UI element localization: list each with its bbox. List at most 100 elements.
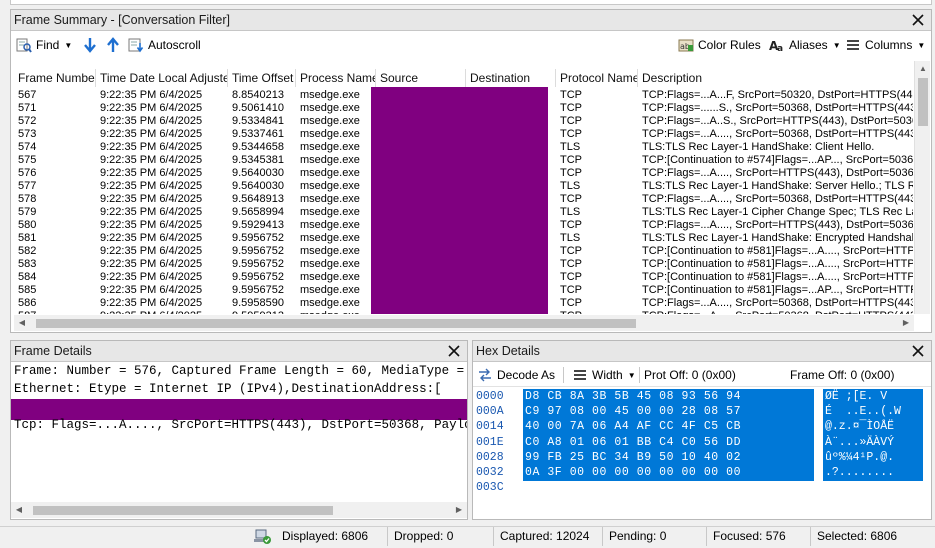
cell-protocol-name: TCP xyxy=(560,284,582,296)
hex-offset: 001E xyxy=(476,435,504,449)
status-displayed: Displayed: 6806 xyxy=(282,529,369,543)
column-header-destination[interactable]: Destination xyxy=(466,69,556,87)
hex-dump[interactable]: 0000 D8 CB 8A 3B 5B 45 08 93 56 94 ØË ;[E.… xyxy=(473,388,931,519)
cell-time-offset: 8.8540213 xyxy=(232,89,284,101)
hex-bytes[interactable]: D8 CB 8A 3B 5B 45 08 93 56 94 xyxy=(525,389,741,404)
status-captured: Captured: 12024 xyxy=(493,527,589,546)
cell-description: TLS:TLS Rec Layer-1 Cipher Change Spec; … xyxy=(642,206,913,218)
cell-time-date: 9:22:35 PM 6/4/2025 xyxy=(100,206,203,218)
hex-ascii[interactable]: À¨...»ÄÀVÝ xyxy=(825,435,894,450)
frame-details-ethernet-line[interactable]: Ethernet: Etype = Internet IP (IPv4),Des… xyxy=(14,381,442,398)
cell-description: TCP:Flags=...A..S., SrcPort=HTTPS(443), … xyxy=(642,115,913,127)
details-scroll-thumb[interactable] xyxy=(33,506,333,515)
details-scroll-right-icon[interactable]: ▶ xyxy=(451,502,467,518)
frame-list-header: Frame Number Time Date Local Adjusted Ti… xyxy=(14,69,913,87)
cell-frame-number: 573 xyxy=(18,128,37,140)
column-header-description[interactable]: Description xyxy=(638,69,913,87)
frame-summary-close-icon[interactable] xyxy=(910,12,926,28)
cell-description: TCP:[Continuation to #574]Flags=...AP...… xyxy=(642,154,913,166)
columns-label: Columns xyxy=(865,38,913,52)
find-button[interactable]: Find ▼ xyxy=(16,35,72,55)
cell-frame-number: 567 xyxy=(18,89,37,101)
cell-description: TCP:Flags=......S., SrcPort=50368, DstPo… xyxy=(642,102,913,114)
cell-time-offset: 9.5337461 xyxy=(232,128,284,140)
column-header-frame-number[interactable]: Frame Number xyxy=(14,69,96,87)
details-scroll-left-icon[interactable]: ◀ xyxy=(11,502,27,518)
cell-protocol-name: TCP xyxy=(560,271,582,283)
column-header-time-date[interactable]: Time Date Local Adjusted xyxy=(96,69,228,87)
cell-protocol-name: TCP xyxy=(560,245,582,257)
cell-frame-number: 578 xyxy=(18,193,37,205)
frame-list-grid[interactable]: Frame Number Time Date Local Adjusted Ti… xyxy=(14,61,913,314)
decode-as-button[interactable]: Decode As xyxy=(477,365,555,385)
hex-offset: 003C xyxy=(476,481,504,495)
color-rules-button[interactable]: ab Color Rules xyxy=(678,35,761,55)
status-dropped: Dropped: 0 xyxy=(387,527,453,546)
cell-time-offset: 9.5956752 xyxy=(232,284,284,296)
cell-process-name: msedge.exe xyxy=(300,115,360,127)
hex-ascii[interactable]: .?........ xyxy=(825,465,894,480)
autoscroll-button[interactable]: Autoscroll xyxy=(128,35,201,55)
cell-frame-number: 572 xyxy=(18,115,37,127)
cell-description: TCP:[Continuation to #581]Flags=...A....… xyxy=(642,271,913,283)
column-header-source[interactable]: Source xyxy=(376,69,466,87)
cell-time-offset: 9.5334841 xyxy=(232,115,284,127)
frame-details-close-icon[interactable] xyxy=(446,343,462,359)
frame-details-frame-line[interactable]: Frame: Number = 576, Captured Frame Leng… xyxy=(14,363,467,380)
columns-button[interactable]: Columns ▼ xyxy=(845,35,925,55)
column-header-protocol-name[interactable]: Protocol Name xyxy=(556,69,638,87)
columns-dropdown-icon: ▼ xyxy=(917,40,926,50)
svg-text:a: a xyxy=(777,44,783,53)
hex-details-close-icon[interactable] xyxy=(910,343,926,359)
frame-details-title: Frame Details xyxy=(11,341,467,362)
column-header-time-offset[interactable]: Time Offset xyxy=(228,69,296,87)
cell-protocol-name: TLS xyxy=(560,232,581,244)
cell-time-date: 9:22:35 PM 6/4/2025 xyxy=(100,245,203,257)
cell-time-date: 9:22:35 PM 6/4/2025 xyxy=(100,271,203,283)
cell-frame-number: 585 xyxy=(18,284,37,296)
hex-ascii[interactable]: É ..E..(.W xyxy=(825,404,901,419)
previous-frame-button[interactable] xyxy=(105,35,125,55)
cell-process-name: msedge.exe xyxy=(296,310,376,314)
hex-bytes[interactable]: C0 A8 01 06 01 BB C4 C0 56 DD xyxy=(525,435,741,450)
autoscroll-icon xyxy=(128,37,144,53)
cell-description: TLS:TLS Rec Layer-1 HandShake: Client He… xyxy=(642,141,875,153)
next-frame-button[interactable] xyxy=(82,35,102,55)
frame-summary-title: Frame Summary - [Conversation Filter] xyxy=(11,10,931,31)
horizontal-scroll-thumb[interactable] xyxy=(36,319,636,328)
cell-time-offset: 9.5929413 xyxy=(232,219,284,231)
aliases-label: Aliases xyxy=(789,38,828,52)
hex-bytes[interactable]: 40 00 7A 06 A4 AF CC 4F C5 CB xyxy=(525,419,741,434)
scroll-left-icon[interactable]: ◀ xyxy=(14,315,30,331)
column-header-process-name[interactable]: Process Name xyxy=(296,69,376,87)
hex-bytes[interactable]: C9 97 08 00 45 00 00 28 08 57 xyxy=(525,404,741,419)
hex-ascii[interactable]: @.z.¤¯ÌOÅË xyxy=(825,419,894,434)
cell-description: TCP:Flags=...A...., SrcPort=50368, DstPo… xyxy=(638,310,913,314)
frame-list-horizontal-scrollbar[interactable]: ◀ ▶ xyxy=(14,315,914,331)
width-button[interactable]: Width ▼ xyxy=(572,365,636,385)
status-network-icon xyxy=(252,528,272,545)
arrow-up-icon xyxy=(105,37,121,53)
frame-details-tree[interactable]: Frame: Number = 576, Captured Frame Leng… xyxy=(11,363,467,502)
frame-details-tcp-line[interactable]: Tcp: Flags=...A...., SrcPort=HTTPS(443),… xyxy=(14,417,467,434)
cell-description: TCP:Flags=...A...F, SrcPort=50320, DstPo… xyxy=(642,89,913,101)
cell-protocol-name: TLS xyxy=(560,206,581,218)
frame-list-vertical-scrollbar[interactable]: ▲ xyxy=(914,61,930,314)
cell-protocol-name: TCP xyxy=(560,115,582,127)
cell-description: TCP:[Continuation to #581]Flags=...A....… xyxy=(642,245,913,257)
hex-bytes[interactable]: 99 FB 25 BC 34 B9 50 10 40 02 xyxy=(525,450,741,465)
frame-details-horizontal-scrollbar[interactable]: ◀ ▶ xyxy=(11,502,467,518)
scroll-thumb[interactable] xyxy=(918,78,928,126)
hex-ascii[interactable]: ØË ;[E. V xyxy=(825,389,887,404)
cell-frame-number: 576 xyxy=(18,167,37,179)
cell-description: TCP:Flags=...A...., SrcPort=50368, DstPo… xyxy=(642,297,913,309)
cell-time-offset: 9.5956752 xyxy=(232,232,284,244)
hex-bytes[interactable]: 0A 3F 00 00 00 00 00 00 00 00 xyxy=(525,465,741,480)
aliases-button[interactable]: Aa Aliases ▼ xyxy=(769,35,841,55)
hex-ascii[interactable]: ûº%¼4¹P.@. xyxy=(825,450,894,465)
scroll-right-icon[interactable]: ▶ xyxy=(898,315,914,331)
cell-description: TCP:Flags=...A...., SrcPort=50368, DstPo… xyxy=(642,128,913,140)
cell-description: TLS:TLS Rec Layer-1 HandShake: Server He… xyxy=(642,180,913,192)
cell-time-offset: 9.5959313 xyxy=(228,310,296,314)
scroll-up-icon[interactable]: ▲ xyxy=(915,61,931,77)
